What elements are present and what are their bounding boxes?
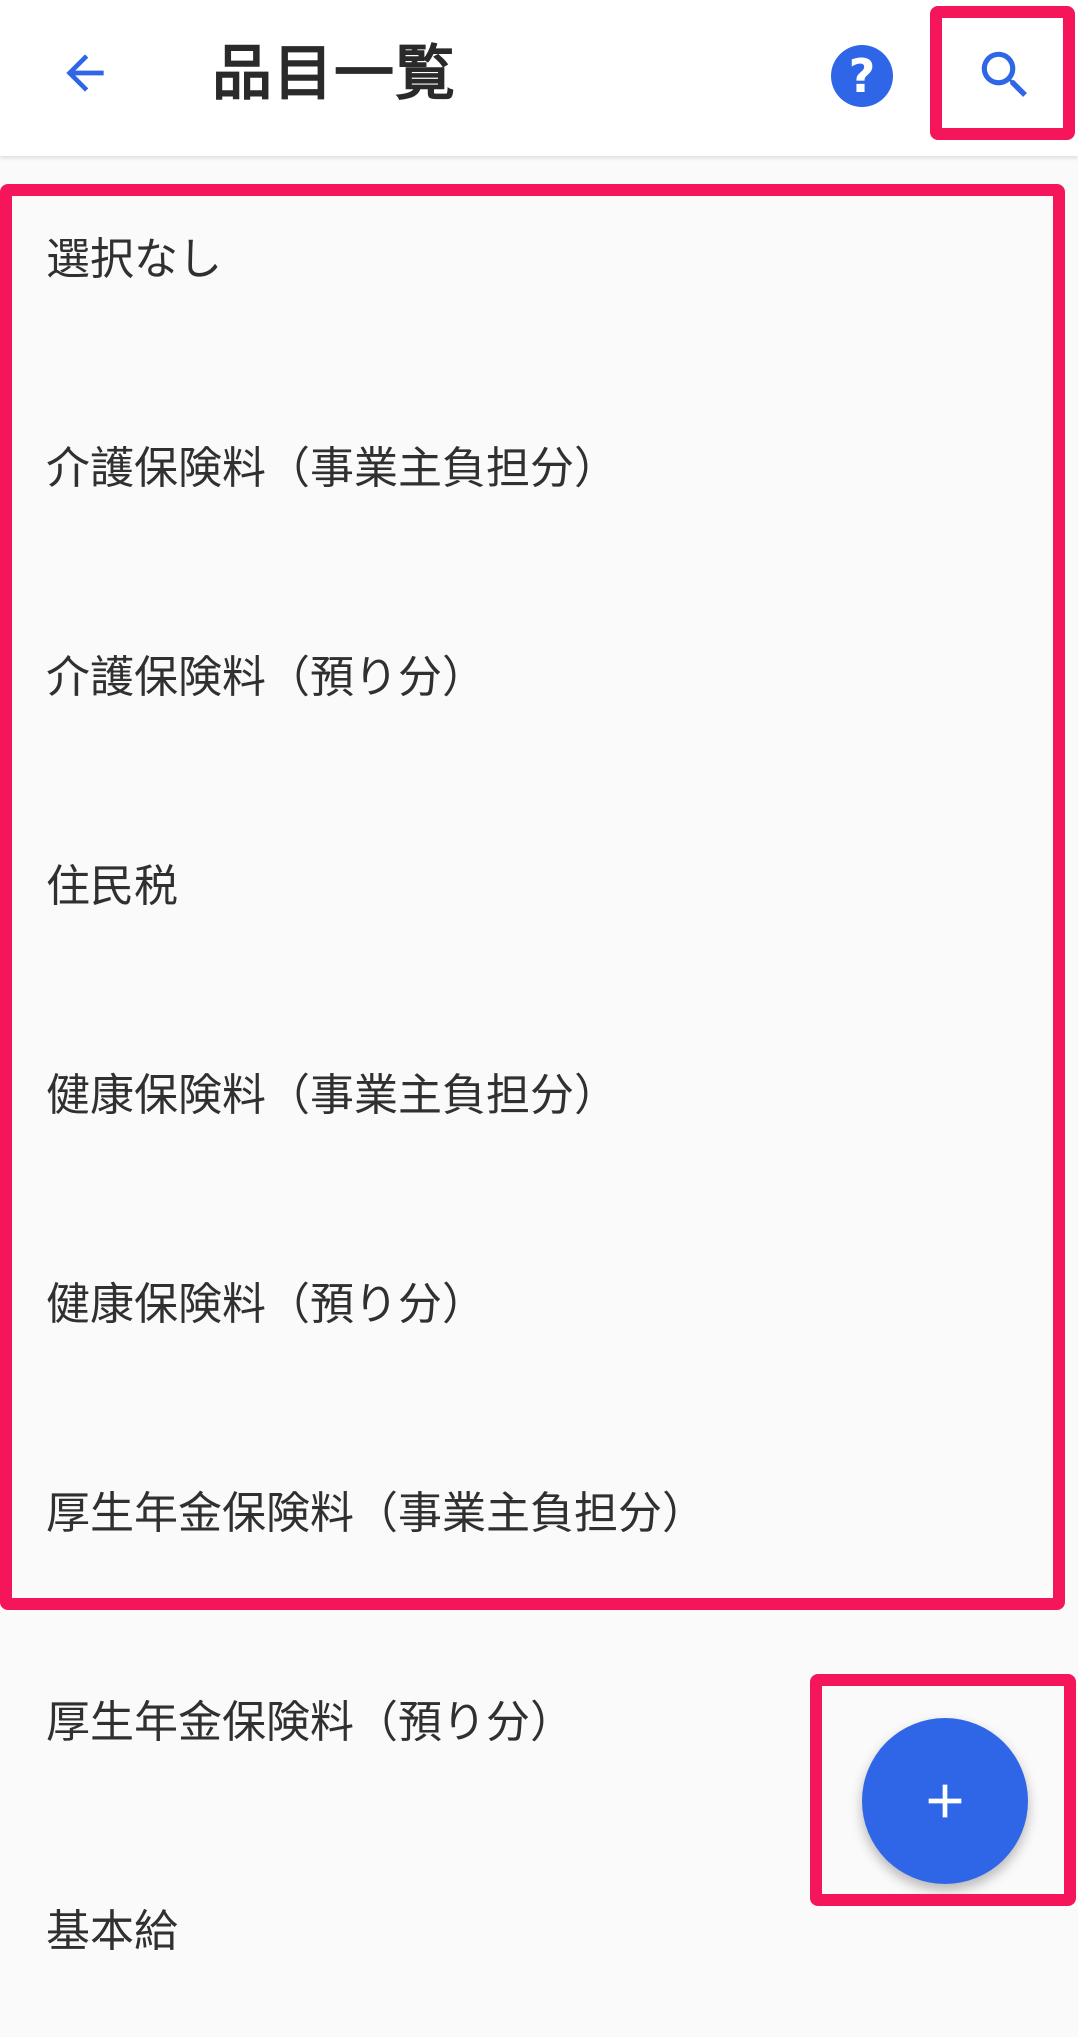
- list-item-label: 介護保険料（預り分）: [46, 652, 486, 703]
- list-item[interactable]: 厚生年金保険料（事業主負担分）: [0, 1410, 1078, 1619]
- list-item-label: 厚生年金保険料（預り分）: [46, 1697, 574, 1748]
- search-button[interactable]: [960, 30, 1050, 120]
- help-button[interactable]: ?: [826, 40, 898, 112]
- list-item-label: 介護保険料（事業主負担分）: [46, 443, 618, 494]
- search-icon: [981, 51, 1027, 97]
- help-circle-icon: ?: [831, 45, 893, 107]
- list-item-label: 選択なし: [46, 234, 222, 285]
- list-item[interactable]: 健康保険料（事業主負担分）: [0, 992, 1078, 1201]
- list-item[interactable]: 住民税: [0, 783, 1078, 992]
- list-item-label: 厚生年金保険料（事業主負担分）: [46, 1488, 706, 1539]
- back-button[interactable]: [40, 28, 130, 118]
- plus-icon: [928, 1784, 962, 1818]
- arrow-back-icon: [66, 54, 104, 92]
- page-title: 品目一覧: [212, 39, 456, 109]
- add-item-fab[interactable]: [862, 1718, 1028, 1884]
- list-item[interactable]: 健康保険料（預り分）: [0, 1201, 1078, 1410]
- list-item[interactable]: 選択なし: [0, 156, 1078, 365]
- list-item-label: 健康保険料（預り分）: [46, 1279, 486, 1330]
- list-item-label: 基本給: [46, 1906, 178, 1957]
- list-item-label: 住民税: [46, 861, 178, 912]
- list-item[interactable]: 介護保険料（預り分）: [0, 574, 1078, 783]
- list-item-label: 健康保険料（事業主負担分）: [46, 1070, 618, 1121]
- list-item[interactable]: 介護保険料（事業主負担分）: [0, 365, 1078, 574]
- app-bar: 品目一覧 ?: [0, 0, 1078, 156]
